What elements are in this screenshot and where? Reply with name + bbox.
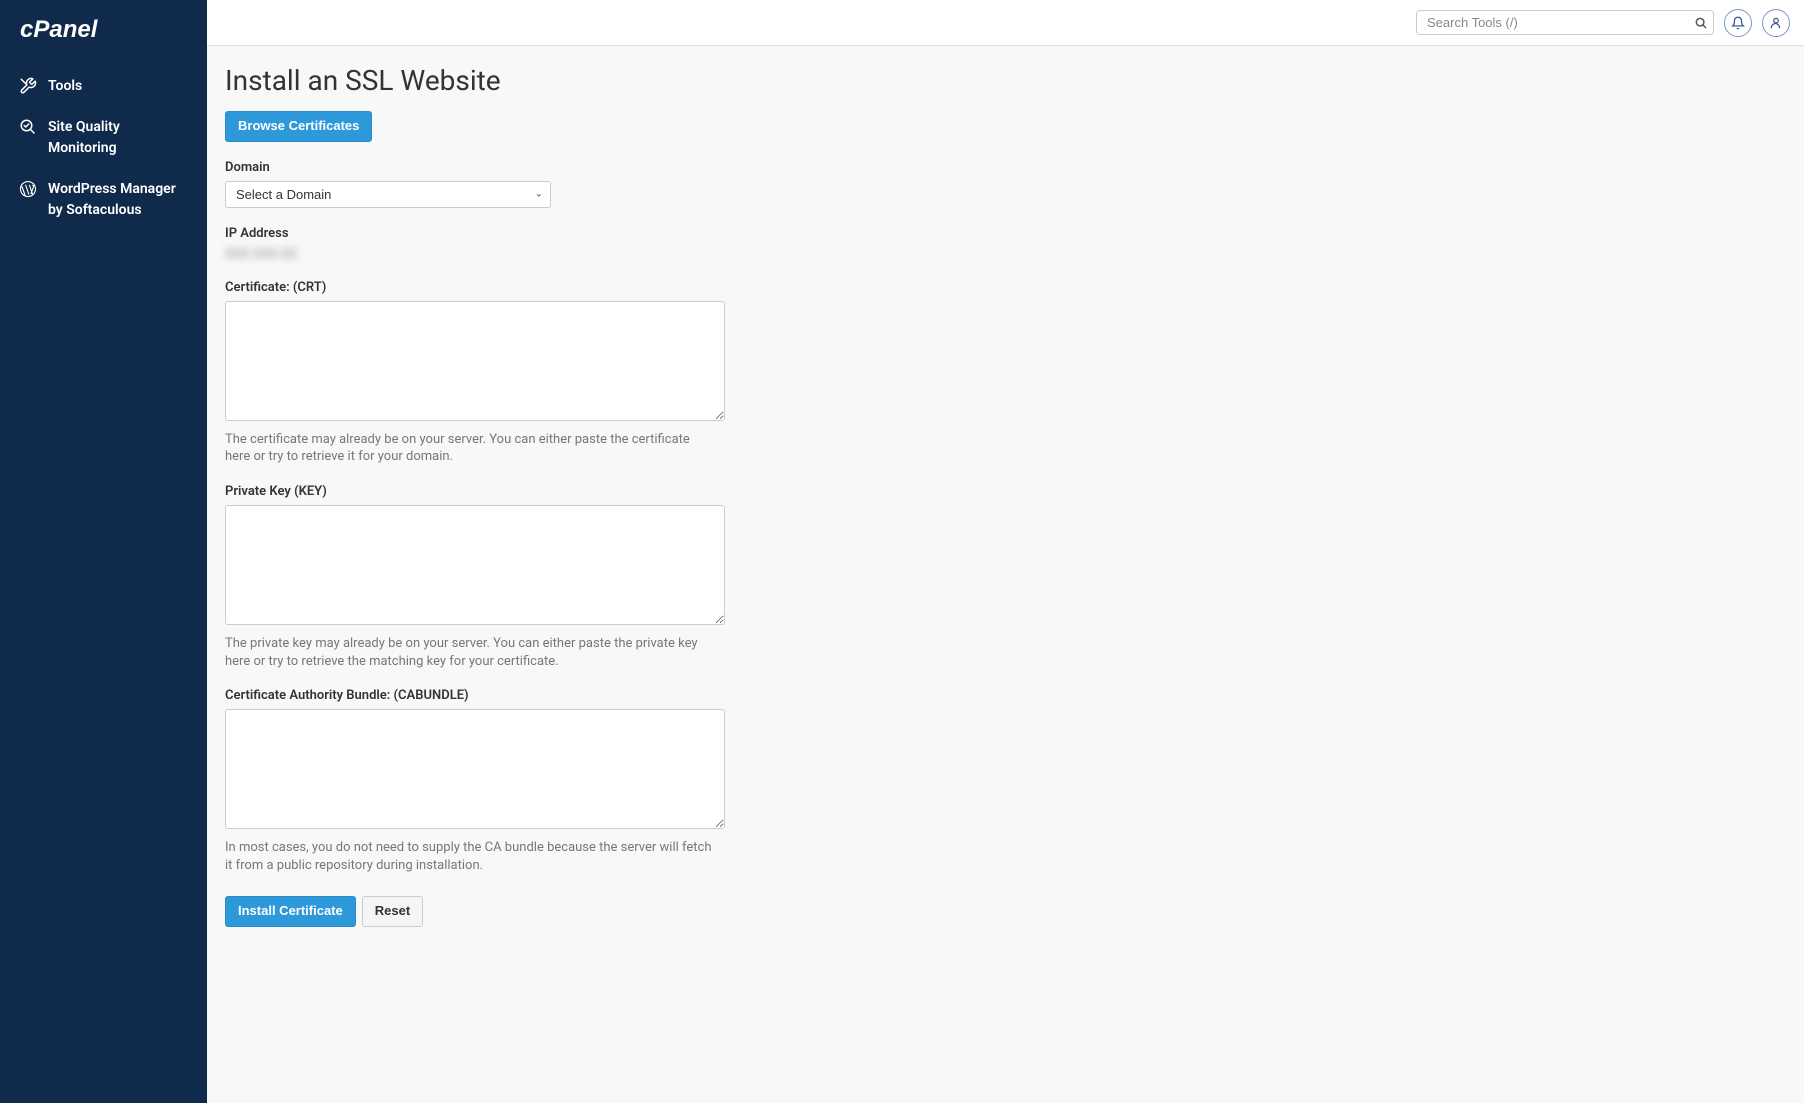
sidebar-item-wordpress[interactable]: WordPress Manager by Softaculous [0,169,207,231]
certificate-label: Certificate: (CRT) [225,280,775,295]
tools-icon [18,76,38,96]
ip-group: IP Address XXX.XXX.XX [225,226,775,262]
cabundle-help: In most cases, you do not need to supply… [225,839,715,874]
page-title: Install an SSL Website [225,64,1786,97]
user-menu-button[interactable] [1762,9,1790,37]
domain-select[interactable]: Select a Domain [225,181,551,208]
sidebar-item-label: Tools [48,76,189,97]
install-certificate-button[interactable]: Install Certificate [225,896,356,927]
cabundle-group: Certificate Authority Bundle: (CABUNDLE)… [225,688,775,874]
wordpress-icon [18,179,38,199]
private-key-help: The private key may already be on your s… [225,635,715,670]
content: Install an SSL Website Browse Certificat… [207,46,1804,1103]
user-icon [1769,16,1783,30]
bell-icon [1731,16,1745,30]
brand-logo: cPanel [0,18,207,66]
search-icon[interactable] [1694,16,1708,30]
private-key-group: Private Key (KEY) The private key may al… [225,484,775,670]
reset-button[interactable]: Reset [362,896,423,927]
private-key-label: Private Key (KEY) [225,484,775,499]
sidebar-item-label: Site Quality Monitoring [48,117,189,159]
search-input[interactable] [1416,10,1714,35]
cpanel-logo-icon: cPanel [20,18,112,42]
domain-group: Domain Select a Domain ⌄ [225,160,775,208]
main: Install an SSL Website Browse Certificat… [207,0,1804,1103]
sidebar-item-site-quality[interactable]: Site Quality Monitoring [0,107,207,169]
ip-label: IP Address [225,226,775,241]
cabundle-textarea[interactable] [225,709,725,829]
certificate-textarea[interactable] [225,301,725,421]
quality-icon [18,117,38,137]
browse-certificates-button[interactable]: Browse Certificates [225,111,372,142]
notifications-button[interactable] [1724,9,1752,37]
search-wrap [1416,10,1714,35]
svg-text:cPanel: cPanel [20,18,99,42]
private-key-textarea[interactable] [225,505,725,625]
ip-address-value: XXX.XXX.XX [225,247,775,262]
certificate-help: The certificate may already be on your s… [225,431,715,466]
sidebar: cPanel Tools Site Quality Monitoring [0,0,207,1103]
topbar [207,0,1804,46]
form-actions: Install Certificate Reset [225,896,1786,927]
certificate-group: Certificate: (CRT) The certificate may a… [225,280,775,466]
cabundle-label: Certificate Authority Bundle: (CABUNDLE) [225,688,775,703]
sidebar-item-tools[interactable]: Tools [0,66,207,107]
sidebar-item-label: WordPress Manager by Softaculous [48,179,189,221]
domain-label: Domain [225,160,775,175]
